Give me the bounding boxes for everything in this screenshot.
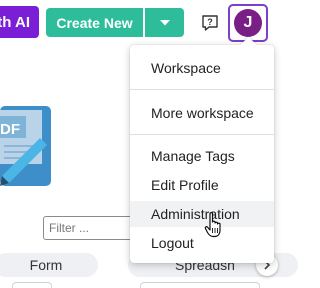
menu-divider xyxy=(130,134,274,135)
tab-form-label: Form xyxy=(29,257,63,273)
create-new-label: Create New xyxy=(56,14,133,31)
menu-item-administration[interactable]: Administration xyxy=(130,201,274,227)
menu-item-label: Edit Profile xyxy=(151,177,219,193)
svg-text:?: ? xyxy=(207,17,213,27)
hand-pointer-icon xyxy=(204,212,221,238)
menu-item-label: More workspace xyxy=(151,105,254,121)
tab-form[interactable]: Form xyxy=(0,253,98,277)
help-chat-icon: ? xyxy=(202,15,218,31)
chevron-down-icon xyxy=(159,19,170,25)
menu-item-label: Logout xyxy=(151,235,194,251)
pdf-thumbnail[interactable]: DF xyxy=(0,106,51,186)
ai-button[interactable]: th AI xyxy=(0,6,39,38)
avatar-initial: J xyxy=(243,14,253,31)
menu-item-label: Manage Tags xyxy=(151,148,235,164)
filter-input[interactable] xyxy=(43,216,138,240)
svg-text:DF: DF xyxy=(0,121,20,138)
card-row-edge xyxy=(0,282,280,288)
create-new-button[interactable]: Create New xyxy=(46,8,143,37)
menu-item-label: Administration xyxy=(151,206,240,222)
menu-item-label: Workspace xyxy=(151,60,221,76)
menu-divider xyxy=(130,89,274,90)
pdf-document-icon: DF xyxy=(0,106,51,186)
create-new-dropdown-button[interactable] xyxy=(145,8,184,37)
menu-item-logout[interactable]: Logout xyxy=(130,230,274,256)
help-button[interactable]: ? xyxy=(198,12,222,34)
menu-item-edit-profile[interactable]: Edit Profile xyxy=(130,172,274,198)
user-dropdown-menu: Workspace More workspace Manage Tags Edi… xyxy=(130,45,274,263)
avatar: J xyxy=(234,9,262,37)
menu-item-workspace[interactable]: Workspace xyxy=(130,55,274,81)
menu-item-more-workspace[interactable]: More workspace xyxy=(130,100,274,126)
top-bar: th AI Create New ? J xyxy=(0,0,280,46)
menu-item-manage-tags[interactable]: Manage Tags xyxy=(130,143,274,169)
ai-button-label: th AI xyxy=(0,13,30,31)
